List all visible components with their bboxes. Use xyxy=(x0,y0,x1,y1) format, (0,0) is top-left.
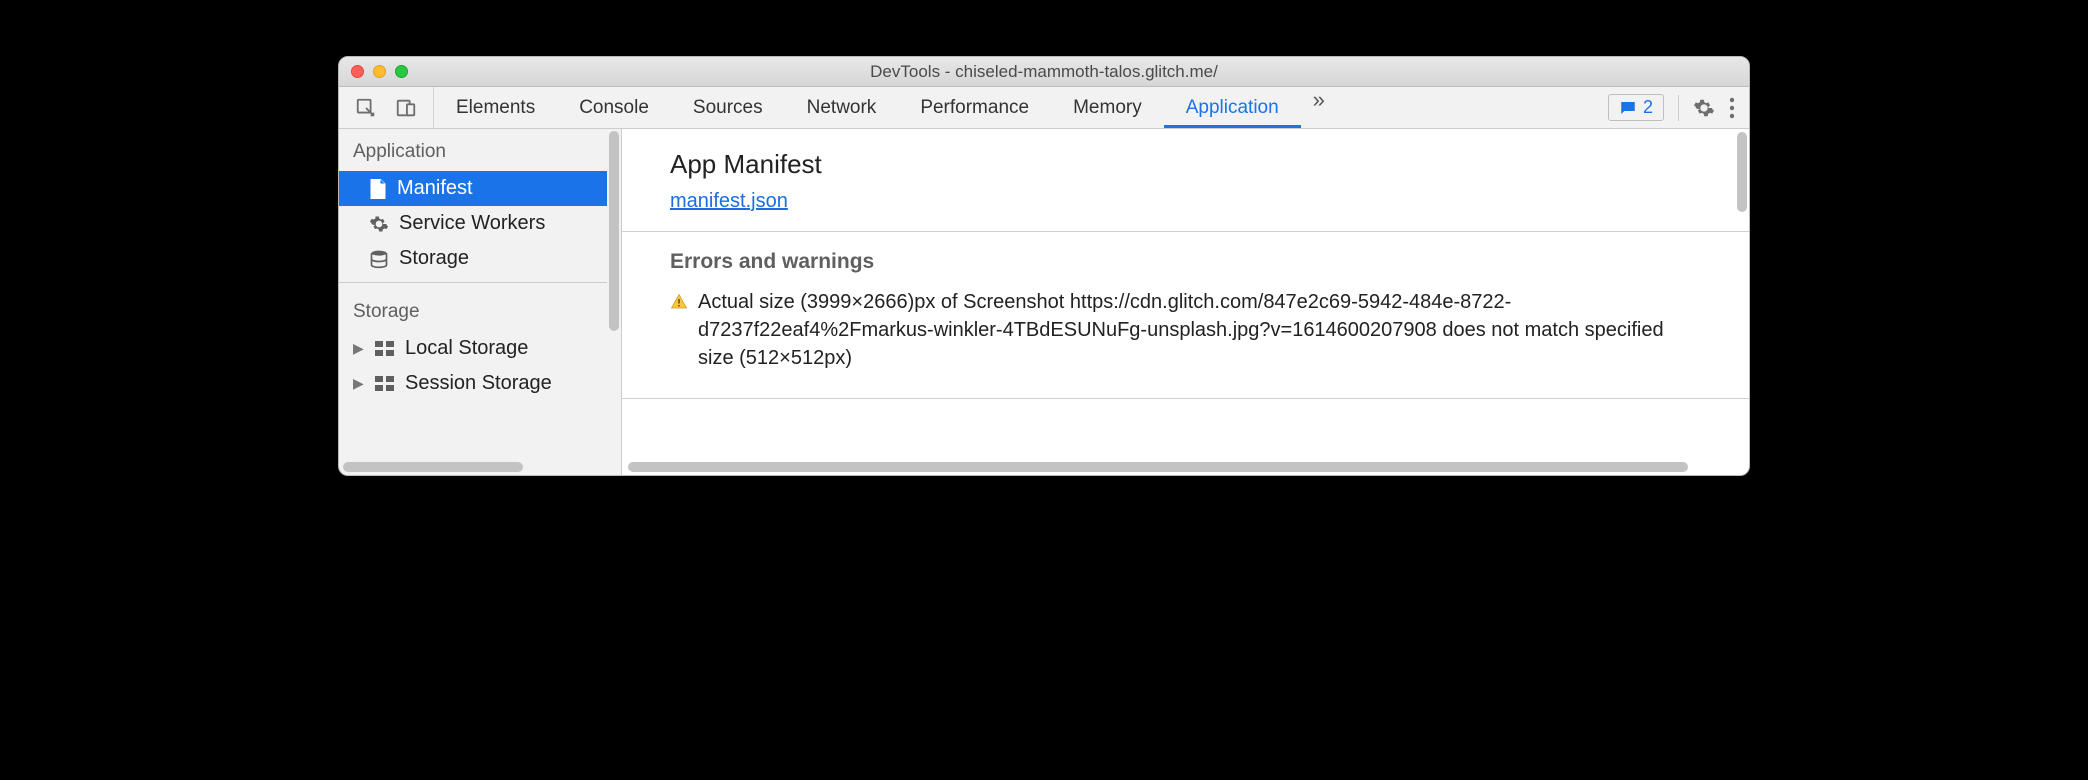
tab-memory[interactable]: Memory xyxy=(1051,87,1164,128)
sidebar-item-local-storage[interactable]: ▶ Local Storage xyxy=(339,331,621,366)
tab-network[interactable]: Network xyxy=(785,87,899,128)
application-sidebar: Application Manifest Service Workers Sto xyxy=(339,129,622,475)
sidebar-item-session-storage[interactable]: ▶ Session Storage xyxy=(339,366,621,401)
sidebar-item-label: Storage xyxy=(399,247,469,270)
tab-application[interactable]: Application xyxy=(1164,87,1301,128)
sidebar-divider xyxy=(339,282,621,283)
tabs-overflow-button[interactable]: » xyxy=(1301,87,1337,128)
device-toggle-icon[interactable] xyxy=(395,97,417,119)
sidebar-scrollbar-track xyxy=(607,129,621,475)
panel-body: Application Manifest Service Workers Sto xyxy=(339,129,1749,475)
sidebar-section-storage: Storage xyxy=(339,289,621,331)
errors-heading: Errors and warnings xyxy=(670,250,1701,274)
tabbar-left-tools xyxy=(339,87,434,128)
gear-icon xyxy=(369,214,389,234)
issues-count: 2 xyxy=(1643,97,1653,118)
settings-gear-icon[interactable] xyxy=(1693,97,1715,119)
database-icon xyxy=(369,249,389,269)
tab-sources[interactable]: Sources xyxy=(671,87,785,128)
page-title: App Manifest xyxy=(670,149,1701,180)
window-titlebar: DevTools - chiseled-mammoth-talos.glitch… xyxy=(339,57,1749,87)
tab-performance[interactable]: Performance xyxy=(898,87,1051,128)
manifest-panel: App Manifest manifest.json Errors and wa… xyxy=(622,129,1749,475)
file-icon xyxy=(369,179,387,199)
sidebar-scrollbar-thumb[interactable] xyxy=(609,131,619,331)
sidebar-item-label: Session Storage xyxy=(405,372,552,395)
warning-text: Actual size (3999×2666)px of Screenshot … xyxy=(698,288,1701,372)
devtools-tabbar: Elements Console Sources Network Perform… xyxy=(339,87,1749,129)
sidebar-section-application: Application xyxy=(339,129,621,171)
expand-triangle-icon[interactable]: ▶ xyxy=(353,340,365,357)
manifest-header: App Manifest manifest.json xyxy=(622,129,1749,231)
issues-counter[interactable]: 2 xyxy=(1608,94,1664,121)
main-h-scrollbar-thumb[interactable] xyxy=(628,462,1688,472)
grid-icon xyxy=(375,341,395,357)
sidebar-h-scrollbar-thumb[interactable] xyxy=(343,462,523,472)
sidebar-item-label: Local Storage xyxy=(405,337,528,360)
sidebar-item-storage[interactable]: Storage xyxy=(339,241,621,276)
tab-console[interactable]: Console xyxy=(557,87,671,128)
sidebar-item-label: Manifest xyxy=(397,177,473,200)
devtools-window: DevTools - chiseled-mammoth-talos.glitch… xyxy=(338,56,1750,476)
divider xyxy=(1678,95,1679,121)
sidebar-item-label: Service Workers xyxy=(399,212,545,235)
sidebar-item-service-workers[interactable]: Service Workers xyxy=(339,206,621,241)
sidebar-item-manifest[interactable]: Manifest xyxy=(339,171,621,206)
more-menu-icon[interactable] xyxy=(1729,97,1735,119)
warning-row: Actual size (3999×2666)px of Screenshot … xyxy=(670,288,1701,372)
issues-icon xyxy=(1619,99,1637,117)
warning-icon xyxy=(670,291,688,372)
window-title: DevTools - chiseled-mammoth-talos.glitch… xyxy=(339,62,1749,82)
inspect-element-icon[interactable] xyxy=(355,97,377,119)
main-v-scrollbar-thumb[interactable] xyxy=(1737,132,1747,212)
divider xyxy=(622,398,1749,399)
panel-tabs: Elements Console Sources Network Perform… xyxy=(434,87,1301,128)
grid-icon xyxy=(375,376,395,392)
manifest-link[interactable]: manifest.json xyxy=(670,190,788,212)
tab-elements[interactable]: Elements xyxy=(434,87,557,128)
errors-section: Errors and warnings Actual size (3999×26… xyxy=(622,232,1749,380)
expand-triangle-icon[interactable]: ▶ xyxy=(353,375,365,392)
tabbar-right-tools: 2 xyxy=(1608,87,1749,128)
